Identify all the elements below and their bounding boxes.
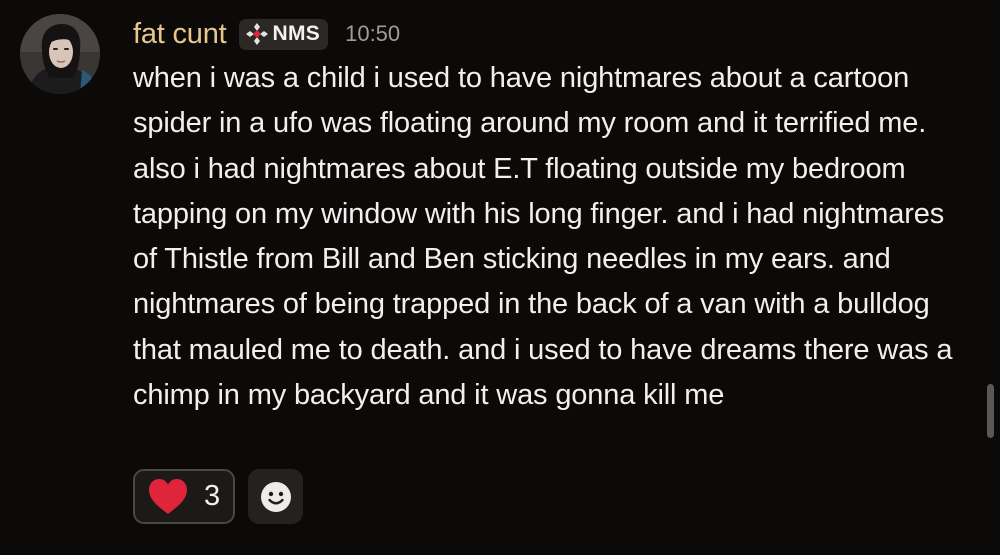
chat-message: fat cunt NMS 10:50 when i was a child i … — [0, 0, 1000, 555]
reactions-bar: 3 — [133, 469, 303, 524]
reaction-count: 3 — [204, 480, 221, 512]
heart-icon — [149, 478, 187, 514]
add-reaction-button[interactable] — [248, 469, 303, 524]
heart-reaction-button[interactable]: 3 — [133, 469, 235, 524]
user-tag-text: NMS — [272, 22, 321, 45]
smiley-icon — [260, 481, 291, 512]
message-header: fat cunt NMS 10:50 — [133, 14, 400, 54]
scrollbar[interactable] — [987, 384, 994, 438]
diamond-cross-icon — [245, 23, 268, 45]
avatar[interactable] — [20, 14, 100, 94]
user-tag[interactable]: NMS — [238, 18, 329, 50]
message-content: when i was a child i used to have nightm… — [133, 62, 953, 412]
avatar-image — [20, 14, 100, 94]
username[interactable]: fat cunt — [133, 18, 227, 51]
timestamp: 10:50 — [345, 21, 401, 46]
